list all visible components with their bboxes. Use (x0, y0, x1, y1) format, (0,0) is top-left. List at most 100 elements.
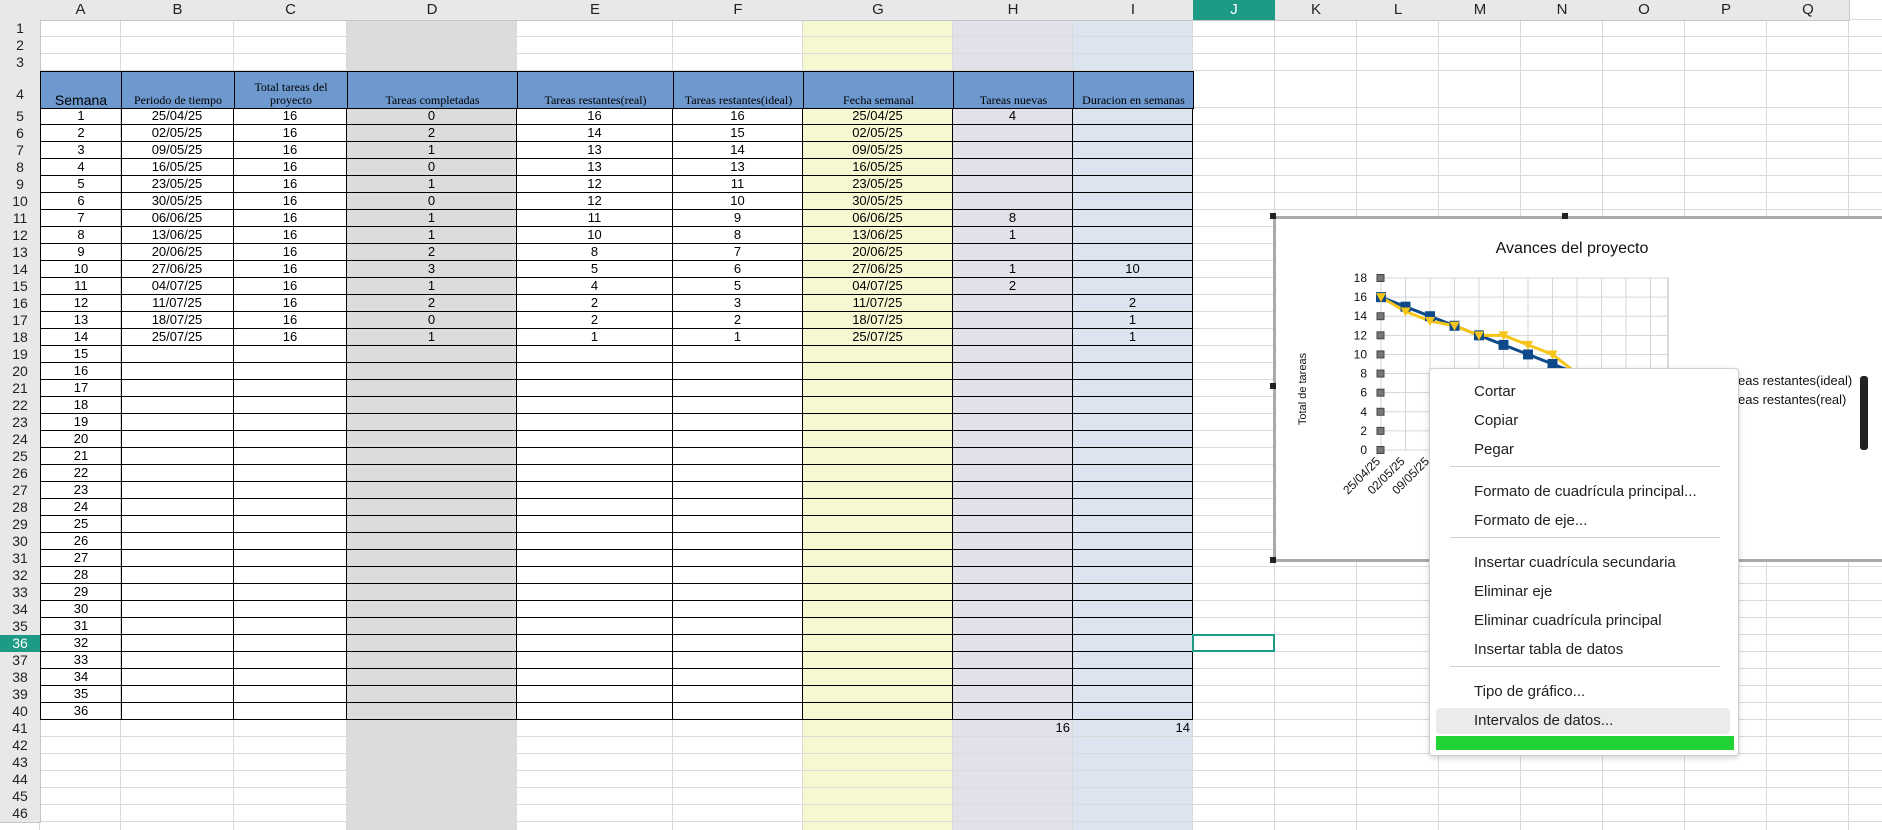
table-cell[interactable] (121, 448, 234, 465)
table-cell[interactable] (673, 652, 803, 669)
table-cell[interactable]: 8 (673, 227, 803, 244)
table-cell[interactable] (803, 380, 953, 397)
chart-type-menu-item[interactable]: Tipo de gráfico... (1436, 679, 1730, 705)
table-cell[interactable] (1073, 159, 1193, 176)
table-cell[interactable] (1073, 363, 1193, 380)
table-cell[interactable]: 04/07/25 (121, 278, 234, 295)
table-cell[interactable] (953, 295, 1073, 312)
table-cell[interactable] (953, 465, 1073, 482)
table-cell[interactable] (953, 363, 1073, 380)
table-cell[interactable] (1073, 414, 1193, 431)
table-cell[interactable] (121, 567, 234, 584)
table-cell[interactable]: 14 (673, 142, 803, 159)
table-cell[interactable]: 16 (673, 108, 803, 125)
table-cell[interactable]: 1 (347, 227, 517, 244)
table-cell[interactable]: 1 (347, 278, 517, 295)
table-cell[interactable]: 34 (40, 669, 122, 686)
table-cell[interactable] (517, 567, 673, 584)
row-header-26[interactable]: 26 (0, 465, 41, 483)
table-cell[interactable] (234, 482, 347, 499)
table-cell[interactable] (953, 414, 1073, 431)
table-cell[interactable] (803, 516, 953, 533)
table-cell[interactable]: 16 (234, 108, 347, 125)
table-cell[interactable]: 19 (40, 414, 122, 431)
table-cell[interactable] (347, 380, 517, 397)
column-header-P[interactable]: P (1685, 0, 1768, 21)
row-header-2[interactable]: 2 (0, 37, 41, 55)
table-cell[interactable]: 16 (234, 278, 347, 295)
table-cell[interactable] (1073, 397, 1193, 414)
table-cell[interactable] (234, 703, 347, 720)
table-cell[interactable] (953, 431, 1073, 448)
table-cell[interactable] (803, 652, 953, 669)
table-cell[interactable] (234, 363, 347, 380)
column-header-K[interactable]: K (1275, 0, 1358, 21)
table-cell[interactable] (347, 601, 517, 618)
row-header-27[interactable]: 27 (0, 482, 41, 500)
table-cell[interactable] (234, 516, 347, 533)
table-cell[interactable] (953, 244, 1073, 261)
table-cell[interactable]: 25 (40, 516, 122, 533)
table-cell[interactable]: 20/06/25 (803, 244, 953, 261)
column-header-J[interactable]: J (1193, 0, 1276, 21)
table-cell[interactable] (1073, 431, 1193, 448)
format-major-grid-menu-item[interactable]: Formato de cuadrícula principal... (1436, 479, 1730, 505)
table-cell[interactable]: 30/05/25 (803, 193, 953, 210)
row-header-25[interactable]: 25 (0, 448, 41, 466)
table-cell[interactable] (803, 397, 953, 414)
table-cell[interactable] (803, 499, 953, 516)
table-cell[interactable]: 27/06/25 (121, 261, 234, 278)
table-cell[interactable]: 7 (673, 244, 803, 261)
table-cell[interactable] (121, 499, 234, 516)
table-cell[interactable]: 8 (40, 227, 122, 244)
table-cell[interactable] (1073, 499, 1193, 516)
table-cell[interactable] (347, 499, 517, 516)
table-cell[interactable]: 12 (517, 193, 673, 210)
table-cell[interactable]: 24 (40, 499, 122, 516)
table-cell[interactable]: 36 (40, 703, 122, 720)
table-cell[interactable] (1073, 125, 1193, 142)
table-cell[interactable]: 16 (234, 176, 347, 193)
table-cell[interactable] (517, 516, 673, 533)
table-cell[interactable] (953, 584, 1073, 601)
table-cell[interactable]: 11 (673, 176, 803, 193)
table-cell[interactable] (673, 397, 803, 414)
table-cell[interactable] (673, 465, 803, 482)
column-header-I[interactable]: I (1073, 0, 1194, 21)
table-cell[interactable]: 15 (40, 346, 122, 363)
row-header-21[interactable]: 21 (0, 380, 41, 398)
column-header-N[interactable]: N (1521, 0, 1604, 21)
table-cell[interactable] (121, 635, 234, 652)
table-cell[interactable] (347, 431, 517, 448)
table-cell[interactable] (673, 516, 803, 533)
table-cell[interactable] (953, 686, 1073, 703)
table-cell[interactable] (121, 414, 234, 431)
table-cell[interactable] (234, 635, 347, 652)
table-cell[interactable] (234, 465, 347, 482)
table-cell[interactable]: 16 (234, 193, 347, 210)
table-cell[interactable] (347, 448, 517, 465)
table-cell[interactable] (517, 482, 673, 499)
table-cell[interactable] (517, 448, 673, 465)
table-cell[interactable]: 2 (347, 125, 517, 142)
table-cell[interactable] (673, 635, 803, 652)
table-cell[interactable] (121, 346, 234, 363)
table-cell[interactable]: 16/05/25 (121, 159, 234, 176)
table-cell[interactable] (517, 346, 673, 363)
table-cell[interactable]: 1 (347, 176, 517, 193)
table-cell[interactable] (953, 516, 1073, 533)
table-cell[interactable] (517, 669, 673, 686)
table-cell[interactable]: 13 (517, 142, 673, 159)
table-cell[interactable] (803, 601, 953, 618)
table-cell[interactable]: 17 (40, 380, 122, 397)
table-cell[interactable] (234, 448, 347, 465)
row-header-39[interactable]: 39 (0, 686, 41, 704)
chart-resize-handle[interactable] (1270, 557, 1276, 563)
table-cell[interactable] (347, 516, 517, 533)
table-cell[interactable] (234, 380, 347, 397)
table-cell[interactable] (347, 550, 517, 567)
table-cell[interactable] (673, 499, 803, 516)
table-cell[interactable] (953, 703, 1073, 720)
table-cell[interactable] (347, 635, 517, 652)
table-cell[interactable]: 16 (234, 210, 347, 227)
